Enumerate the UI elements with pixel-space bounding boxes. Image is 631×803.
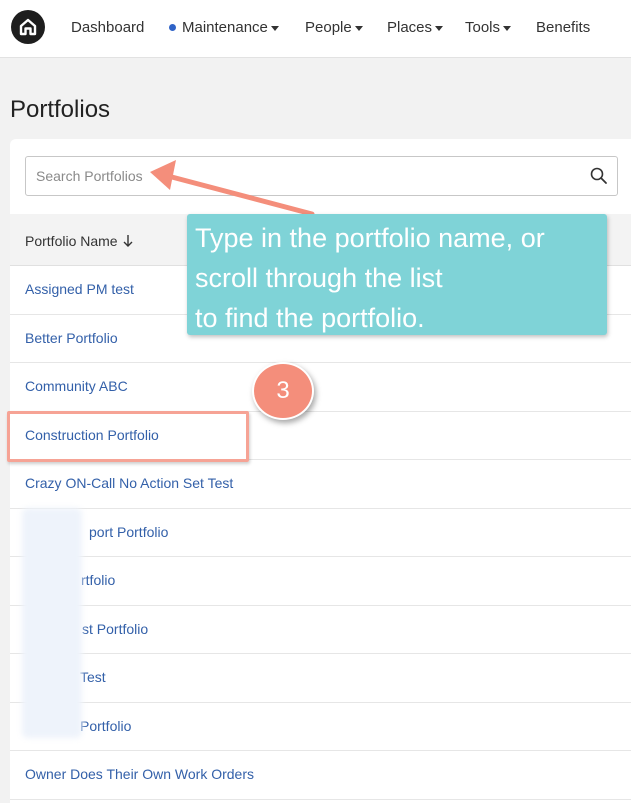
page-title: Portfolios [10, 96, 111, 123]
table-row: st Portfolio [10, 606, 631, 654]
portfolio-link[interactable]: Crazy ON-Call No Action Set Test [25, 475, 233, 491]
portfolio-link[interactable]: st Portfolio [82, 621, 148, 637]
column-header-label: Portfolio Name [25, 233, 118, 249]
table-row: port Portfolio [10, 509, 631, 557]
table-row: Portfolio [10, 703, 631, 751]
callout-line: scroll through the list [195, 263, 443, 293]
caret-down-icon [270, 25, 279, 31]
table-row: Owner Does Their Own Work Orders [10, 751, 631, 800]
nav-dashboard[interactable]: Dashboard [71, 19, 144, 36]
portfolio-link[interactable]: Community ABC [25, 378, 128, 394]
portfolio-link[interactable]: Test [80, 669, 106, 685]
portfolio-rows: Assigned PM test Better Portfolio Commun… [10, 266, 631, 800]
portfolio-link[interactable]: Assigned PM test [25, 281, 134, 297]
redaction-blur [22, 508, 82, 738]
notification-dot [169, 24, 176, 31]
nav-dashboard-label: Dashboard [71, 19, 145, 36]
portfolio-link[interactable]: Portfolio [80, 718, 131, 734]
nav-places[interactable]: Places [387, 19, 444, 36]
instruction-callout: Type in the portfolio name, or scroll th… [187, 214, 607, 335]
caret-down-icon [503, 25, 512, 31]
portfolio-link[interactable]: Better Portfolio [25, 330, 118, 346]
portfolio-link[interactable]: rtfolio [81, 572, 115, 588]
highlight-box [7, 411, 249, 462]
nav-places-label: Places [387, 19, 433, 36]
caret-down-icon [435, 25, 444, 31]
search-box [25, 156, 618, 196]
callout-line: to find the portfolio. [195, 303, 425, 333]
table-row: Crazy ON-Call No Action Set Test [10, 460, 631, 509]
table-row: Community ABC [10, 363, 631, 412]
portfolio-link[interactable]: Owner Does Their Own Work Orders [25, 766, 254, 782]
table-row: Test [10, 654, 631, 703]
nav-tools[interactable]: Tools [465, 19, 512, 36]
column-header-portfolio-name[interactable]: Portfolio Name [25, 233, 134, 249]
nav-benefits[interactable]: Benefits [536, 19, 590, 36]
portfolio-link[interactable]: port Portfolio [89, 524, 168, 540]
nav-benefits-label: Benefits [536, 19, 591, 36]
home-icon [19, 18, 37, 36]
arrow-down-icon [123, 235, 133, 247]
nav-maintenance-label: Maintenance [182, 19, 268, 36]
nav-maintenance[interactable]: Maintenance [169, 19, 279, 36]
search-input[interactable] [26, 157, 586, 195]
step-number-badge: 3 [252, 362, 314, 420]
caret-down-icon [354, 25, 363, 31]
nav-people[interactable]: People [305, 19, 363, 36]
nav-people-label: People [305, 19, 352, 36]
table-row: rtfolio [10, 557, 631, 606]
search-icon[interactable] [589, 166, 609, 186]
home-logo[interactable] [11, 10, 45, 44]
top-navigation: Dashboard Maintenance People Places Tool… [0, 0, 631, 58]
callout-line: Type in the portfolio name, or [195, 223, 545, 253]
nav-tools-label: Tools [465, 19, 501, 36]
